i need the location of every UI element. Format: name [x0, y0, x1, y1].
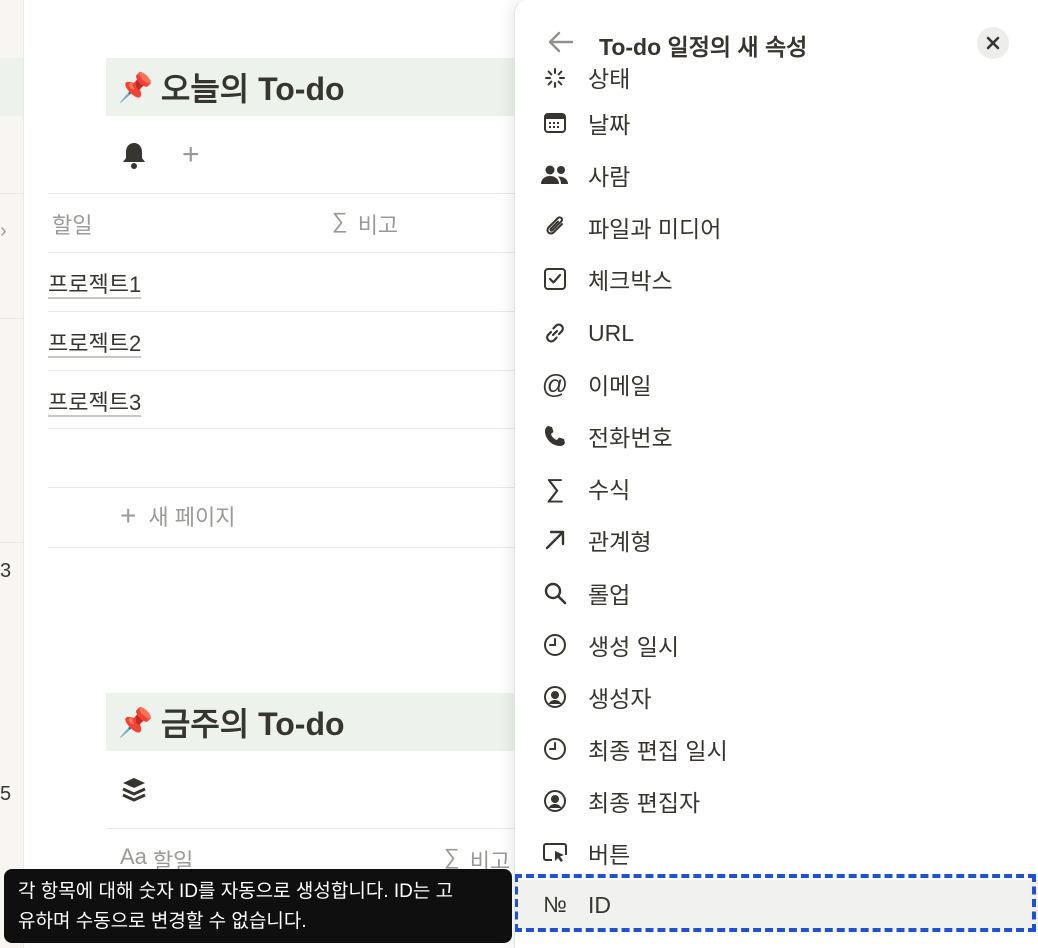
property-type-label: 수식 — [588, 477, 631, 503]
divider — [48, 193, 518, 194]
sigma-icon: ∑ — [545, 472, 565, 503]
new-property-panel: To-do 일정의 새 속성 상태 날짜 사람 파일과 미디어 체크박스 URL… — [514, 0, 1038, 948]
property-type-label: URL — [588, 319, 635, 346]
close-icon[interactable] — [977, 27, 1009, 59]
section-header-week: 📌 금주의 To-do — [106, 693, 526, 751]
divider — [106, 828, 518, 829]
property-type-label: 관계형 — [588, 529, 652, 555]
calendar-icon — [539, 107, 571, 139]
property-type-status[interactable]: 상태 — [515, 66, 1038, 96]
new-page-label: 새 페이지 — [148, 505, 236, 530]
property-type-label: 버튼 — [588, 842, 631, 868]
panel-title: To-do 일정의 새 속성 — [599, 34, 808, 60]
property-type-label: 사람 — [588, 164, 631, 190]
table-row[interactable]: 프로젝트3 — [48, 385, 141, 417]
divider — [0, 193, 23, 194]
add-view-icon[interactable]: + — [182, 140, 200, 170]
sigma-icon: ∑ — [332, 208, 348, 233]
layers-icon[interactable] — [120, 776, 148, 804]
property-type-button[interactable]: 버튼 — [515, 828, 1038, 878]
section-title[interactable]: 금주의 To-do — [161, 699, 345, 745]
table-row[interactable]: 프로젝트1 — [48, 267, 141, 299]
divider — [48, 428, 518, 429]
sidebar-number: 3 — [0, 560, 12, 582]
section-header-today: 📌 오늘의 To-do — [106, 58, 526, 116]
divider — [48, 547, 518, 548]
property-type-email[interactable]: @ 이메일 — [515, 359, 1038, 409]
property-type-date[interactable]: 날짜 — [515, 98, 1038, 148]
property-type-relation[interactable]: 관계형 — [515, 515, 1038, 565]
checkbox-icon — [539, 263, 571, 295]
property-type-label: 최종 편집자 — [588, 790, 701, 816]
property-type-label: 날짜 — [588, 112, 631, 138]
view-toolbar — [120, 776, 148, 804]
people-icon — [539, 159, 571, 191]
property-type-phone[interactable]: 전화번호 — [515, 411, 1038, 461]
cursor-button-icon — [539, 837, 571, 869]
new-page-button[interactable]: + 새 페이지 — [120, 500, 235, 532]
pushpin-icon: 📌 — [118, 71, 153, 103]
search-icon — [539, 577, 571, 609]
property-type-created-by[interactable]: 생성자 — [515, 672, 1038, 722]
property-type-label: 파일과 미디어 — [588, 216, 722, 242]
property-type-files[interactable]: 파일과 미디어 — [515, 202, 1038, 252]
arrow-up-right-icon — [539, 524, 571, 556]
property-type-last-edited-time[interactable]: 최종 편집 일시 — [515, 724, 1038, 774]
user-circle-icon — [539, 681, 571, 713]
property-type-checkbox[interactable]: 체크박스 — [515, 254, 1038, 304]
property-type-formula[interactable]: ∑ 수식 — [515, 463, 1038, 513]
plus-icon: + — [120, 500, 137, 531]
sidebar-number: 5 — [0, 783, 12, 805]
property-type-rollup[interactable]: 롤업 — [515, 568, 1038, 618]
divider — [0, 542, 23, 543]
tooltip: 각 항목에 대해 숫자 ID를 자동으로 생성합니다. ID는 고 유하며 수동… — [4, 869, 512, 943]
divider — [48, 311, 518, 312]
divider — [48, 252, 518, 253]
pushpin-icon: 📌 — [118, 706, 153, 738]
property-type-label: 생성 일시 — [588, 634, 680, 660]
property-type-label: 최종 편집 일시 — [588, 738, 728, 764]
column-header-label: 비고 — [357, 213, 399, 238]
property-type-label: 이메일 — [588, 373, 652, 399]
phone-icon — [539, 420, 571, 452]
paperclip-icon — [539, 211, 571, 243]
user-circle-icon — [539, 785, 571, 817]
bell-icon[interactable] — [120, 141, 148, 169]
section-title[interactable]: 오늘의 To-do — [161, 64, 345, 110]
property-type-label: 체크박스 — [588, 268, 673, 294]
clock-icon — [539, 629, 571, 661]
property-type-label: 롤업 — [588, 582, 631, 608]
column-header-note[interactable]: ∑ 비고 — [332, 208, 398, 240]
column-header-task[interactable]: 할일 — [52, 208, 92, 240]
chevron-right-icon[interactable]: › — [0, 220, 7, 243]
divider — [48, 487, 518, 488]
tooltip-line: 각 항목에 대해 숫자 ID를 자동으로 생성합니다. ID는 고 — [18, 881, 454, 902]
at-icon: @ — [541, 368, 569, 399]
property-type-url[interactable]: URL — [515, 308, 1038, 358]
property-type-last-edited-by[interactable]: 최종 편집자 — [515, 776, 1038, 826]
property-type-label: 전화번호 — [588, 425, 673, 451]
panel-header: To-do 일정의 새 속성 — [515, 0, 1038, 68]
divider — [0, 318, 23, 319]
property-type-label: 생성자 — [588, 686, 652, 712]
back-arrow-icon[interactable] — [545, 28, 577, 56]
property-type-person[interactable]: 사람 — [515, 150, 1038, 200]
link-icon — [539, 317, 571, 349]
selection-highlight — [515, 874, 1036, 932]
tooltip-line: 유하며 수동으로 변경할 수 없습니다. — [18, 911, 307, 932]
divider — [48, 370, 518, 371]
sidebar-highlight — [0, 58, 23, 116]
view-toolbar: + — [120, 140, 200, 170]
clock-icon — [539, 733, 571, 765]
property-type-created-time[interactable]: 생성 일시 — [515, 620, 1038, 670]
table-row[interactable]: 프로젝트2 — [48, 326, 141, 358]
